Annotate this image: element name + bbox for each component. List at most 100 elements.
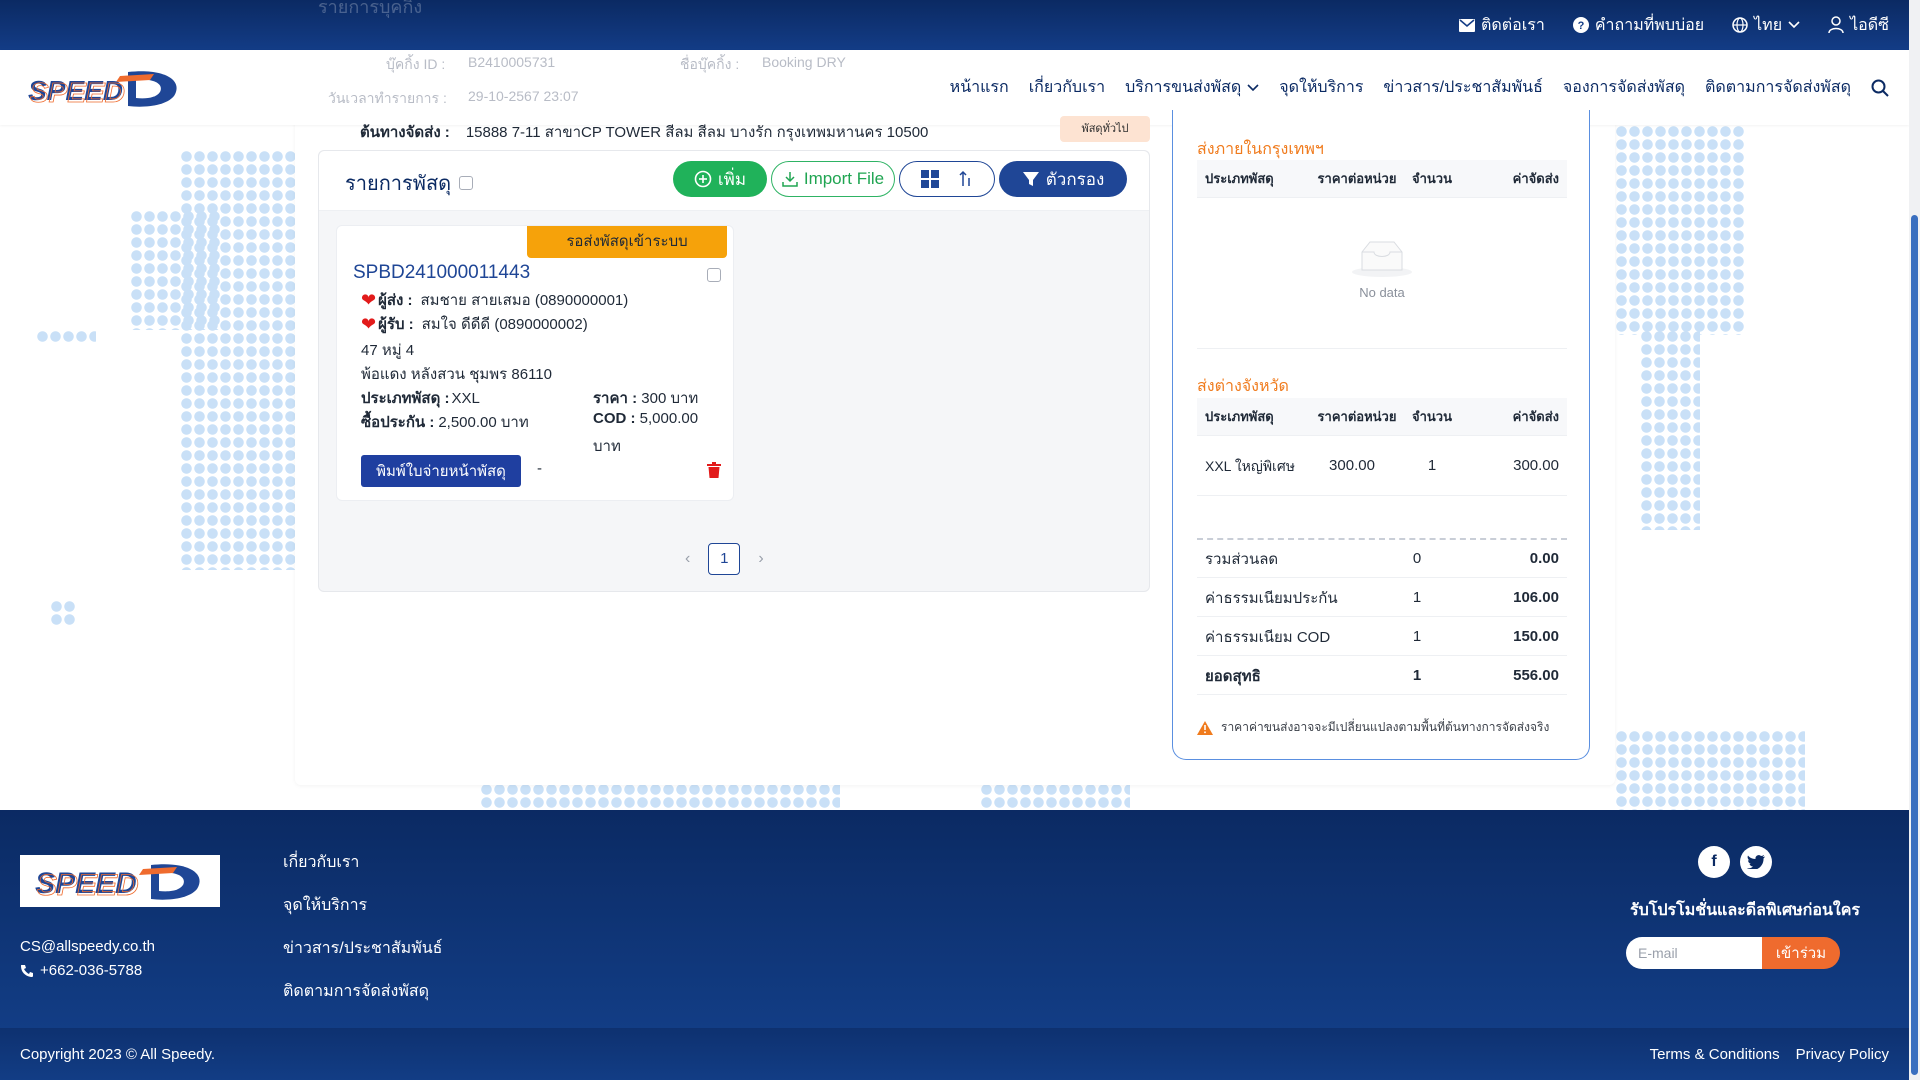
heart-icon: ❤ [361, 313, 377, 334]
receiver-label: ผู้รับ : [378, 316, 414, 333]
header-fee: ค่าจัดส่ง [1512, 409, 1559, 424]
parcel-card[interactable]: รอส่งพัสดุเข้าระบบ SPBD241000011443 ❤ ผู… [336, 225, 734, 501]
grid-icon [921, 170, 939, 188]
faq-link[interactable]: ? คำถามที่พบบ่อย [1572, 13, 1705, 38]
price-note: ราคาค่าขนส่งอาจจะมีเปลี่ยนแปลงตามพื้นที่… [1197, 718, 1549, 737]
contact-link[interactable]: ติดต่อเรา [1459, 13, 1545, 38]
parcel-status-badge: รอส่งพัสดุเข้าระบบ [527, 226, 727, 258]
faq-label: คำถามที่พบบ่อย [1594, 16, 1705, 34]
nav-book-delivery[interactable]: จองการจัดส่งพัสดุ [1563, 75, 1685, 100]
nav-track-delivery[interactable]: ติดตามการจัดส่งพัสดุ [1705, 75, 1851, 100]
total-value: 0.00 [1529, 550, 1559, 567]
parcel-select-checkbox[interactable] [707, 268, 721, 282]
parcel-category-tag: พัสดุทั่วไป [1060, 116, 1150, 142]
filter-button[interactable]: ตัวกรอง [999, 161, 1127, 197]
row-qty: 1 [1427, 457, 1437, 474]
parcel-list-header: รายการพัสดุ เพิ่ม Import File ตัวกรอง [319, 151, 1149, 211]
province-table-header: ประเภทพัสดุ ราคาต่อหน่วย จำนวน ค่าจัดส่ง [1197, 398, 1567, 436]
plus-circle-icon [694, 170, 712, 188]
social-links: f [1698, 846, 1772, 878]
header-qty: จำนวน [1412, 409, 1452, 424]
cod-unit: บาท [593, 438, 621, 455]
bkk-table-header: ประเภทพัสดุ ราคาต่อหน่วย จำนวน ค่าจัดส่ง [1197, 160, 1567, 198]
header-fee: ค่าจัดส่ง [1512, 171, 1559, 186]
total-qty: 0 [1412, 550, 1422, 567]
mail-icon [1459, 18, 1475, 32]
chevron-down-icon [1788, 21, 1800, 29]
nav-service-points[interactable]: จุดให้บริการ [1279, 75, 1363, 100]
footer-email[interactable]: CS@allspeedy.co.th [20, 938, 155, 955]
top-bar: รายการบุคกิ้ง ติดต่อเรา ? คำถามที่พบบ่อย… [0, 0, 1909, 50]
speedd-logo[interactable]: SPEED SPEED [24, 66, 184, 110]
ghost-booking-id: B2410005731 [468, 54, 556, 70]
row-type: XXL ใหญ่พิเศษ [1205, 457, 1295, 474]
scrollbar-thumb[interactable] [1911, 215, 1918, 1075]
parcel-id: SPBD241000011443 [353, 262, 531, 283]
pagination: ‹ 1 › [685, 543, 764, 575]
privacy-link[interactable]: Privacy Policy [1796, 1046, 1889, 1063]
total-row-insurance: ค่าธรรมเนียมประกัน 1 106.00 [1197, 579, 1567, 617]
page-scrollbar[interactable] [1909, 0, 1920, 1080]
chevron-down-icon [1247, 83, 1259, 91]
terms-link[interactable]: Terms & Conditions [1650, 1046, 1780, 1063]
footer-link-tracking[interactable]: ติดตามการจัดส่งพัสดุ [283, 979, 442, 1004]
phone-icon [21, 964, 33, 977]
next-page-button[interactable]: › [758, 550, 763, 568]
logo-image: SPEED SPEED [28, 70, 177, 108]
footer-link-about[interactable]: เกี่ยวกับเรา [283, 850, 442, 875]
origin-address: 15888 7-11 สาขาCP TOWER สีลม สีลม บางรัก… [465, 124, 929, 141]
copyright-text: Copyright 2023 © All Speedy. [20, 1045, 216, 1063]
footer-link-service-points[interactable]: จุดให้บริการ [283, 893, 442, 918]
facebook-icon[interactable]: f [1698, 846, 1730, 878]
no-data-label: No data [1359, 285, 1405, 300]
world-map-dots [36, 330, 96, 344]
parcel-dash: - [537, 460, 542, 477]
price-label: ราคา : [593, 390, 638, 407]
language-label: ไทย [1754, 16, 1783, 34]
footer-logo[interactable]: SPEED SPEED [20, 855, 220, 907]
footer-phone[interactable]: +662-036-5788 [20, 962, 142, 979]
language-selector[interactable]: ไทย [1732, 13, 1800, 38]
nav-services-label: บริการขนส่งพัสดุ [1125, 79, 1242, 96]
total-label: ค่าธรรมเนียม COD [1205, 628, 1331, 646]
print-label-button[interactable]: พิมพ์ใบจ่ายหน้าพัสดุ [361, 455, 521, 487]
prev-page-button[interactable]: ‹ [685, 550, 690, 568]
footer-phone-text: +662-036-5788 [40, 962, 143, 979]
view-toggle-button[interactable] [899, 161, 995, 197]
ghost-booking-name: Booking DRY [762, 54, 846, 70]
ghost-booking-title: รายการบุคกิ้ง [318, 0, 423, 17]
trash-icon[interactable] [707, 462, 721, 478]
globe-icon [1732, 17, 1748, 33]
origin-row: ต้นทางจัดส่ง : 15888 7-11 สาขาCP TOWER ส… [360, 120, 928, 144]
nav-services[interactable]: บริการขนส่งพัสดุ [1125, 75, 1259, 100]
select-all-checkbox[interactable] [459, 176, 474, 190]
price-note-text: ราคาค่าขนส่งอาจจะมีเปลี่ยนแปลงตามพื้นที่… [1221, 720, 1550, 734]
divider [1197, 348, 1567, 349]
twitter-icon[interactable] [1740, 846, 1772, 878]
total-row-discount: รวมส่วนลด 0 0.00 [1197, 540, 1567, 578]
join-button[interactable]: เข้าร่วม [1762, 937, 1840, 969]
download-icon [782, 172, 798, 187]
heart-icon: ❤ [361, 289, 377, 310]
receiver-address-line2: พ้อแดง หลังสวน ชุมพร 86110 [361, 366, 552, 383]
row-unit-price: 300.00 [1329, 457, 1375, 474]
add-parcel-label: เพิ่ม [717, 169, 747, 189]
nav-about[interactable]: เกี่ยวกับเรา [1029, 75, 1105, 100]
email-field[interactable]: E-mail [1626, 937, 1762, 969]
world-map-dots [1615, 125, 1745, 335]
nav-home[interactable]: หน้าแรก [950, 75, 1009, 100]
nav-news[interactable]: ข่าวสาร/ประชาสัมพันธ์ [1383, 75, 1542, 100]
total-qty: 1 [1412, 589, 1422, 606]
user-menu[interactable]: ไอดีซี [1828, 13, 1889, 38]
import-file-button[interactable]: Import File [771, 161, 895, 197]
footer-link-news[interactable]: ข่าวสาร/ประชาสัมพันธ์ [283, 936, 442, 961]
nav-links: หน้าแรก เกี่ยวกับเรา บริการขนส่งพัสดุ จุ… [950, 75, 1889, 100]
add-parcel-button[interactable]: เพิ่ม [673, 161, 767, 197]
header-unit-price: ราคาต่อหน่วย [1317, 409, 1397, 424]
insurance-row: ซื้อประกัน : 2,500.00 บาท [361, 410, 529, 434]
shipping-summary-panel: ส่งภายในกรุงเทพฯ ประเภทพัสดุ ราคาต่อหน่ว… [1172, 110, 1590, 760]
svg-text:SPEED: SPEED [37, 869, 139, 902]
main-nav: SPEED SPEED บุ๊คกิ้ง ID : B2410005731 ชื… [0, 50, 1909, 125]
page-number[interactable]: 1 [708, 543, 741, 575]
search-icon[interactable] [1871, 79, 1889, 97]
